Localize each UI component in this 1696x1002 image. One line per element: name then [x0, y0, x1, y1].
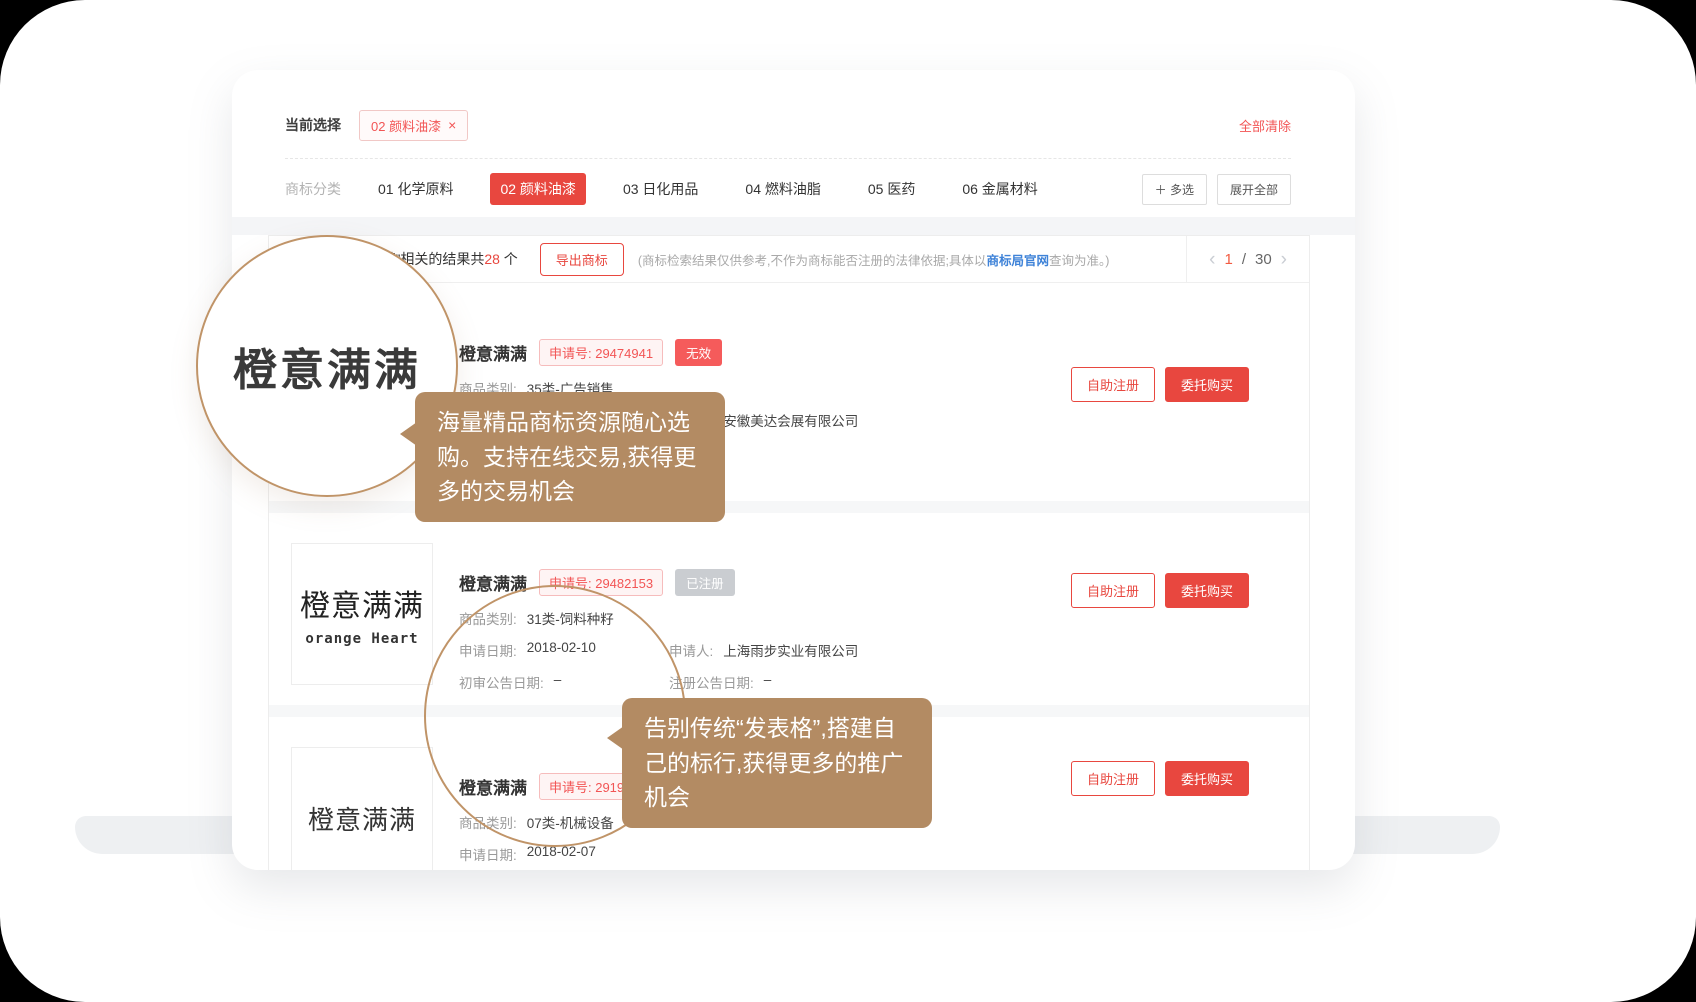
export-trademarks-button[interactable]: 导出商标 [540, 243, 624, 276]
applicant-label: 申请人: [669, 640, 713, 660]
pagination: ‹ 1 / 30 › [1186, 236, 1309, 282]
page-separator: / [1242, 251, 1246, 268]
tab-category-04[interactable]: 04 燃料油脂 [735, 173, 830, 205]
tab-category-05[interactable]: 05 医药 [858, 173, 925, 205]
tab-category-06[interactable]: 06 金属材料 [952, 173, 1047, 205]
thumbnail-text: 橙意满满 [300, 581, 424, 625]
close-icon[interactable]: × [448, 118, 456, 132]
tooltip-text: 海量精品商标资源随心选购。支持在线交易,获得更多的交易机会 [437, 409, 696, 504]
expand-all-button[interactable]: 展开全部 [1217, 174, 1291, 205]
results-header: 检索到“橙意满满”相关的结果共28 个 导出商标 (商标检索结果仅供参考,不作为… [269, 236, 1309, 283]
disclaimer-text: (商标检索结果仅供参考,不作为商标能否注册的法律依据;具体以商标局官网查询为准。… [638, 250, 1110, 269]
tooltip-trade-resources: 海量精品商标资源随心选购。支持在线交易,获得更多的交易机会 [415, 392, 725, 522]
selected-filter-tag-label: 02 颜料油漆 [371, 116, 441, 135]
results-count-suffix: 个 [500, 251, 518, 267]
page-canvas: 当前选择 02 颜料油漆 × 全部清除 商标分类 01 化学原料 02 颜料油漆… [0, 0, 1696, 1002]
tab-category-02-active[interactable]: 02 颜料油漆 [490, 173, 585, 205]
disclaimer-pre: (商标检索结果仅供参考,不作为商标能否注册的法律依据;具体以 [638, 254, 987, 268]
self-register-button[interactable]: 自助注册 [1071, 573, 1155, 608]
current-selection-label: 当前选择 [285, 115, 341, 135]
trademark-office-link[interactable]: 商标局官网 [986, 254, 1049, 268]
current-selection-bar: 当前选择 02 颜料油漆 × 全部清除 [285, 110, 1291, 140]
trademark-thumbnail[interactable]: 橙意满满 orange Heart [291, 543, 433, 685]
table-row: 橙意满满 orange Heart 橙意满满 申请号: 29482153 已注册… [269, 513, 1309, 705]
magnified-trademark-text: 橙意满满 [233, 334, 421, 398]
status-badge: 无效 [675, 339, 722, 366]
divider [285, 158, 1291, 159]
prev-page-icon[interactable]: ‹ [1209, 250, 1215, 269]
current-page: 1 [1224, 251, 1232, 268]
thumbnail-text: 橙意满满 [308, 800, 416, 837]
thumbnail-subtext: orange Heart [305, 631, 418, 647]
section-divider-strip [232, 217, 1355, 235]
application-number-tag: 申请号: 29474941 [539, 339, 663, 366]
results-count-number: 28 [484, 251, 500, 267]
row-actions: 自助注册 委托购买 [1071, 367, 1249, 402]
applicant-value: 安徽美达会展有限公司 [723, 410, 858, 430]
entrust-purchase-button[interactable]: 委托购买 [1165, 573, 1249, 608]
tooltip-promotion: 告别传统“发表格”,搭建自己的标行,获得更多的推广机会 [622, 698, 932, 828]
self-register-button[interactable]: 自助注册 [1071, 367, 1155, 402]
apply-date-label: 申请日期: [459, 844, 517, 864]
total-pages: 30 [1255, 251, 1272, 268]
tooltip-arrow-icon [400, 422, 417, 446]
tab-category-03[interactable]: 03 日化用品 [613, 173, 708, 205]
tab-category-01[interactable]: 01 化学原料 [368, 173, 463, 205]
self-register-button[interactable]: 自助注册 [1071, 761, 1155, 796]
selected-filter-tag[interactable]: 02 颜料油漆 × [359, 110, 468, 141]
clear-all-link[interactable]: 全部清除 [1239, 116, 1291, 135]
trademark-thumbnail[interactable]: 橙意满满 [291, 747, 433, 870]
apply-date-value: 2018-02-07 [527, 844, 596, 864]
trademark-name[interactable]: 橙意满满 [459, 340, 527, 365]
tooltip-arrow-icon [607, 726, 624, 750]
entrust-purchase-button[interactable]: 委托购买 [1165, 761, 1249, 796]
row-actions: 自助注册 委托购买 [1071, 761, 1249, 796]
next-page-icon[interactable]: › [1281, 250, 1287, 269]
applicant-value: 上海雨步实业有限公司 [723, 640, 858, 660]
row-actions: 自助注册 委托购买 [1071, 573, 1249, 608]
status-badge: 已注册 [675, 569, 735, 596]
entrust-purchase-button[interactable]: 委托购买 [1165, 367, 1249, 402]
disclaimer-post: 查询为准。) [1049, 254, 1109, 268]
category-bar: 商标分类 01 化学原料 02 颜料油漆 03 日化用品 04 燃料油脂 05 … [285, 173, 1291, 205]
category-bar-label: 商标分类 [285, 179, 341, 199]
multi-select-button[interactable]: ＋ 多选 [1142, 174, 1207, 205]
tooltip-text: 告别传统“发表格”,搭建自己的标行,获得更多的推广机会 [644, 715, 903, 810]
registration-publication-value: – [764, 672, 772, 692]
